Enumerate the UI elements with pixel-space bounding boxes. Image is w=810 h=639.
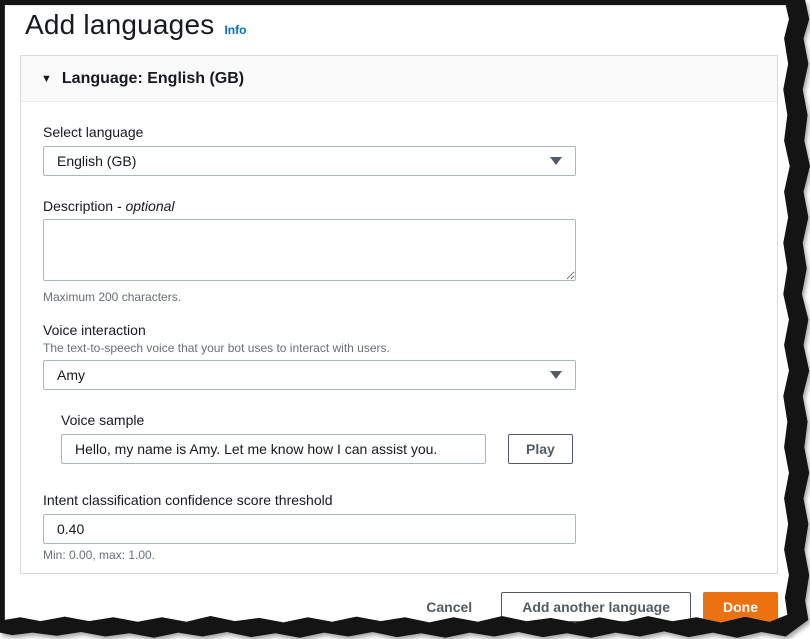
select-language-dropdown[interactable]: English (GB): [43, 146, 576, 176]
voice-sample-group: Voice sample Play: [61, 412, 755, 464]
language-panel-body: Select language English (GB) Description…: [21, 102, 777, 582]
cancel-button[interactable]: Cancel: [426, 599, 472, 615]
play-button[interactable]: Play: [508, 434, 573, 464]
description-hint: Maximum 200 characters.: [43, 290, 182, 304]
caret-down-icon: [550, 371, 562, 379]
done-button[interactable]: Done: [703, 592, 778, 622]
language-panel: ▼ Language: English (GB) Select language…: [20, 55, 778, 574]
description-label: Description - optional: [43, 198, 755, 214]
voice-interaction-label: Voice interaction: [43, 322, 146, 338]
footer-actions: Cancel Add another language Done: [20, 591, 778, 622]
language-panel-header[interactable]: ▼ Language: English (GB): [21, 56, 777, 102]
info-link[interactable]: Info: [224, 23, 246, 37]
torn-screenshot-frame: Add languages Info ▼ Language: English (G…: [0, 0, 810, 639]
select-language-label: Select language: [43, 124, 144, 140]
description-label-text: Description: [43, 198, 117, 214]
voice-interaction-description: The text-to-speech voice that your bot u…: [43, 341, 390, 355]
confidence-threshold-input[interactable]: [43, 514, 576, 544]
page-header: Add languages Info: [25, 9, 246, 41]
collapse-triangle-icon[interactable]: ▼: [41, 73, 52, 85]
voice-dropdown[interactable]: Amy: [43, 360, 576, 390]
voice-sample-row: Play: [61, 434, 755, 464]
voice-sample-input[interactable]: [61, 434, 486, 464]
confidence-threshold-label: Intent classification confidence score t…: [43, 492, 333, 508]
description-optional-suffix: - optional: [116, 198, 175, 214]
caret-down-icon: [550, 157, 562, 165]
page-title: Add languages: [25, 9, 215, 40]
description-textarea[interactable]: [43, 219, 576, 281]
voice-dropdown-value: Amy: [57, 367, 85, 383]
language-panel-title: Language: English (GB): [61, 69, 245, 87]
confidence-threshold-hint: Min: 0.00, max: 1.00.: [43, 548, 156, 562]
select-language-value: English (GB): [57, 153, 137, 169]
add-another-language-button[interactable]: Add another language: [501, 592, 691, 622]
voice-sample-label: Voice sample: [61, 412, 145, 428]
add-languages-page: Add languages Info ▼ Language: English (G…: [4, 5, 790, 623]
